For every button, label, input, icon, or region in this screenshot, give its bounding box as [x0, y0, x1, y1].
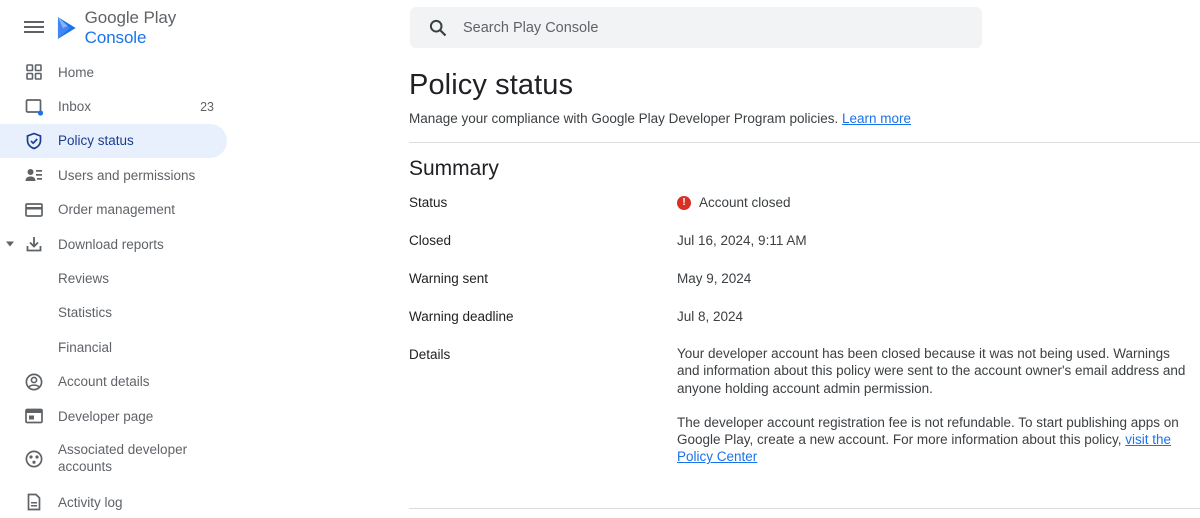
details-paragraph-2-text: The developer account registration fee i…	[677, 414, 1179, 448]
sidebar-item-label: Associated developer accounts	[58, 442, 188, 475]
sidebar-item-label: Activity log	[58, 494, 123, 510]
page-title: Policy status	[409, 69, 574, 101]
sidebar-item-label: Users and permissions	[58, 167, 196, 183]
sidebar-item-label: Order management	[58, 202, 176, 218]
inbox-count-badge: 23	[200, 99, 214, 114]
details-paragraph-1: Your developer account has been closed b…	[677, 346, 1186, 396]
sidebar-item-label: Download reports	[58, 236, 164, 252]
details-label: Details	[409, 347, 451, 362]
sidebar-item-activity-log[interactable]: Activity log	[0, 485, 240, 518]
sidebar-item-download-reports[interactable]: Download reports	[0, 227, 240, 261]
details-text: Your developer account has been closed b…	[677, 345, 1187, 466]
sidebar: Google Play Console Home Inbox 23 Policy…	[0, 0, 240, 518]
web-page-icon	[25, 407, 43, 425]
associated-accounts-icon	[25, 450, 43, 468]
sidebar-item-order-management[interactable]: Order management	[0, 193, 240, 227]
sidebar-item-label: Reviews	[58, 271, 110, 287]
warning-deadline-value: Jul 8, 2024	[677, 309, 744, 324]
search-input[interactable]	[463, 19, 943, 36]
google-play-console-logo[interactable]: Google Play Console	[56, 8, 240, 47]
sidebar-item-label: Statistics	[58, 305, 113, 321]
learn-more-link[interactable]: Learn more	[842, 111, 911, 126]
closed-label: Closed	[409, 233, 452, 248]
search-bar[interactable]	[410, 7, 982, 48]
warning-sent-label: Warning sent	[409, 271, 489, 286]
account-circle-icon	[25, 373, 43, 391]
warning-deadline-label: Warning deadline	[409, 309, 514, 324]
shield-icon	[25, 132, 43, 150]
users-icon	[25, 166, 43, 184]
error-icon: !	[677, 195, 691, 210]
status-value: ! Account closed	[677, 195, 791, 210]
sidebar-item-inbox[interactable]: Inbox 23	[0, 89, 240, 123]
status-text: Account closed	[699, 195, 791, 210]
sidebar-item-users-and-permissions[interactable]: Users and permissions	[0, 158, 240, 192]
page-subtitle: Manage your compliance with Google Play …	[409, 111, 911, 126]
play-logo-icon	[57, 17, 76, 39]
warning-sent-value: May 9, 2024	[677, 271, 752, 286]
sidebar-item-label: Developer page	[58, 408, 154, 424]
sidebar-item-label: Financial	[58, 339, 113, 355]
sidebar-item-label: Inbox	[58, 99, 92, 115]
divider	[409, 142, 1200, 143]
sidebar-item-developer-page[interactable]: Developer page	[0, 399, 240, 433]
search-icon[interactable]	[429, 19, 447, 37]
sidebar-item-label: Home	[58, 64, 95, 80]
expand-caret-icon[interactable]	[6, 241, 14, 247]
bottom-divider	[409, 508, 1200, 509]
credit-card-icon	[25, 201, 43, 219]
sidebar-item-label: Policy status	[58, 133, 134, 149]
sidebar-item-statistics[interactable]: Statistics	[0, 296, 240, 330]
sidebar-item-home[interactable]: Home	[0, 55, 240, 89]
sidebar-item-label: Account details	[58, 374, 150, 390]
sidebar-item-financial[interactable]: Financial	[0, 330, 240, 364]
status-label: Status	[409, 195, 448, 210]
sidebar-item-associated-developer-accounts[interactable]: Associated developer accounts	[0, 433, 240, 485]
sidebar-item-policy-status[interactable]: Policy status	[0, 123, 227, 159]
sidebar-item-account-details[interactable]: Account details	[0, 365, 240, 399]
closed-value: Jul 16, 2024, 9:11 AM	[677, 233, 807, 248]
document-icon	[25, 493, 43, 511]
hamburger-menu-icon[interactable]	[24, 19, 44, 37]
sidebar-nav: Home Inbox 23 Policy status Users and pe…	[0, 55, 240, 518]
subtitle-text: Manage your compliance with Google Play …	[409, 111, 839, 126]
summary-heading: Summary	[409, 157, 499, 180]
home-grid-icon	[25, 63, 43, 81]
download-icon	[25, 235, 43, 253]
sidebar-item-reviews[interactable]: Reviews	[0, 261, 240, 295]
inbox-icon	[25, 98, 43, 116]
logo-text: Google Play Console	[84, 8, 177, 47]
details-paragraph-2: The developer account registration fee i…	[677, 414, 1187, 466]
